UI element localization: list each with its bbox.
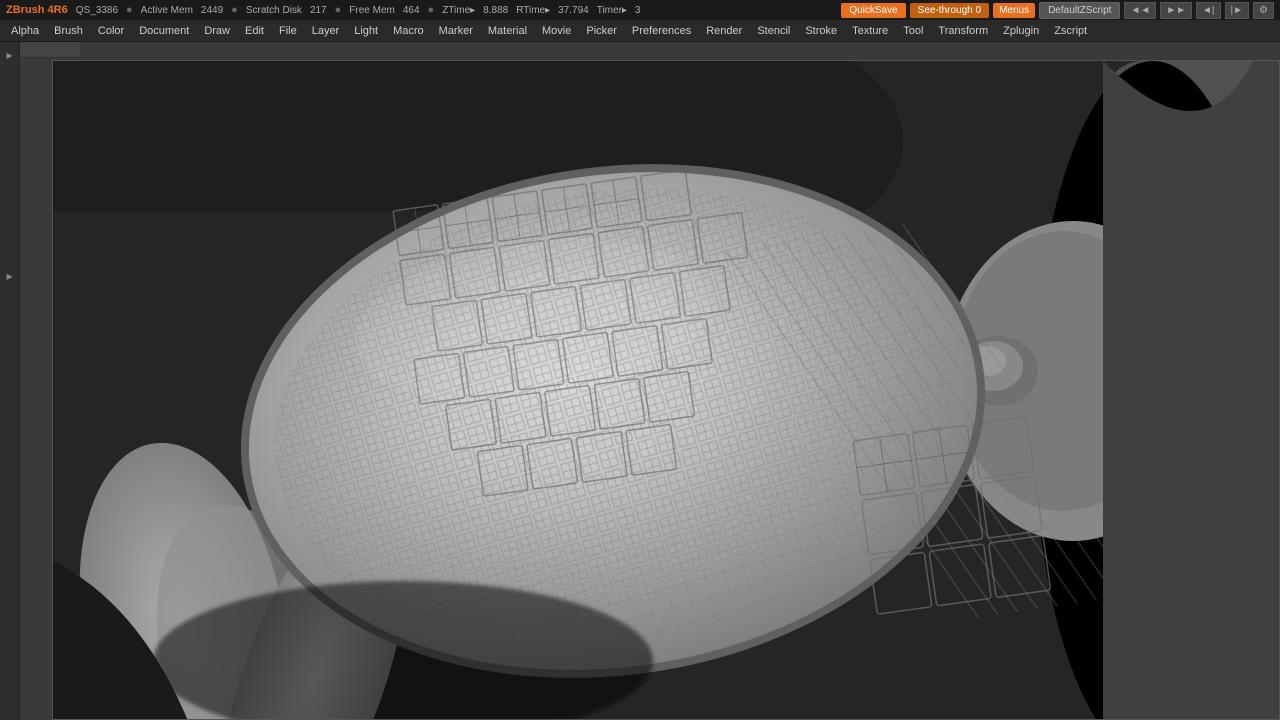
menu-tool[interactable]: Tool: [896, 22, 930, 40]
menu-transform[interactable]: Transform: [931, 22, 995, 40]
menu-layer[interactable]: Layer: [305, 22, 347, 40]
menu-bar: Alpha Brush Color Document Draw Edit Fil…: [0, 20, 1280, 42]
active-mem-value: 2449: [201, 5, 223, 16]
ztime-label: ZTime▸: [442, 5, 475, 16]
menu-brush[interactable]: Brush: [47, 22, 90, 40]
menus-button[interactable]: Menus: [993, 3, 1035, 18]
app-logo: ZBrush 4R6: [6, 4, 68, 16]
canvas-container: ◄ ◄: [0, 42, 1280, 720]
ztime-value: 8.888: [483, 5, 508, 16]
project-name: QS_3386: [76, 5, 118, 16]
rtime-label: RTime▸: [516, 5, 550, 16]
frame-back-button[interactable]: ◄|: [1196, 2, 1221, 19]
free-mem-value: 464: [403, 5, 420, 16]
timer-value: 3: [635, 5, 641, 16]
nav-left-button[interactable]: ◄◄: [1124, 2, 1156, 19]
rtime-value: 37.794: [558, 5, 589, 16]
top-mini-bar: [20, 42, 80, 58]
left-sidebar: ◄ ◄: [0, 42, 20, 720]
frame-forward-button[interactable]: |►: [1225, 2, 1250, 19]
menu-render[interactable]: Render: [699, 22, 749, 40]
quicksave-button[interactable]: QuickSave: [841, 3, 905, 18]
menu-picker[interactable]: Picker: [579, 22, 624, 40]
menu-marker[interactable]: Marker: [432, 22, 480, 40]
menu-color[interactable]: Color: [91, 22, 131, 40]
menu-document[interactable]: Document: [132, 22, 196, 40]
main-viewport[interactable]: [52, 60, 1280, 720]
menu-material[interactable]: Material: [481, 22, 534, 40]
viewport-svg: [53, 61, 1279, 719]
menu-preferences[interactable]: Preferences: [625, 22, 698, 40]
menu-stencil[interactable]: Stencil: [750, 22, 797, 40]
title-bar: ZBrush 4R6 QS_3386 ● Active Mem 2449 ● S…: [0, 0, 1280, 20]
render-area[interactable]: [53, 61, 1279, 719]
timer-label: Timer▸: [597, 5, 627, 16]
menu-macro[interactable]: Macro: [386, 22, 431, 40]
menu-zscript[interactable]: Zscript: [1047, 22, 1094, 40]
scratch-disk-value: 217: [310, 5, 327, 16]
free-mem-label: Free Mem: [349, 5, 395, 16]
scratch-disk-label: Scratch Disk: [246, 5, 302, 16]
menu-movie[interactable]: Movie: [535, 22, 578, 40]
menu-texture[interactable]: Texture: [845, 22, 895, 40]
settings-button[interactable]: ⚙: [1253, 2, 1274, 19]
menu-alpha[interactable]: Alpha: [4, 22, 46, 40]
seethrough-button[interactable]: See-through 0: [910, 3, 989, 18]
menu-zplugin[interactable]: Zplugin: [996, 22, 1046, 40]
menu-file[interactable]: File: [272, 22, 304, 40]
menu-stroke[interactable]: Stroke: [798, 22, 844, 40]
nav-right-button[interactable]: ►►: [1160, 2, 1192, 19]
title-bar-buttons: QuickSave See-through 0 Menus DefaultZSc…: [841, 2, 1274, 19]
sidebar-arrow-2[interactable]: ◄: [2, 267, 17, 286]
defaultzscript-button[interactable]: DefaultZScript: [1039, 2, 1120, 19]
menu-draw[interactable]: Draw: [197, 22, 237, 40]
sidebar-collapse-arrow[interactable]: ◄: [2, 46, 17, 65]
menu-light[interactable]: Light: [347, 22, 385, 40]
menu-edit[interactable]: Edit: [238, 22, 271, 40]
active-mem-label: Active Mem: [141, 5, 193, 16]
